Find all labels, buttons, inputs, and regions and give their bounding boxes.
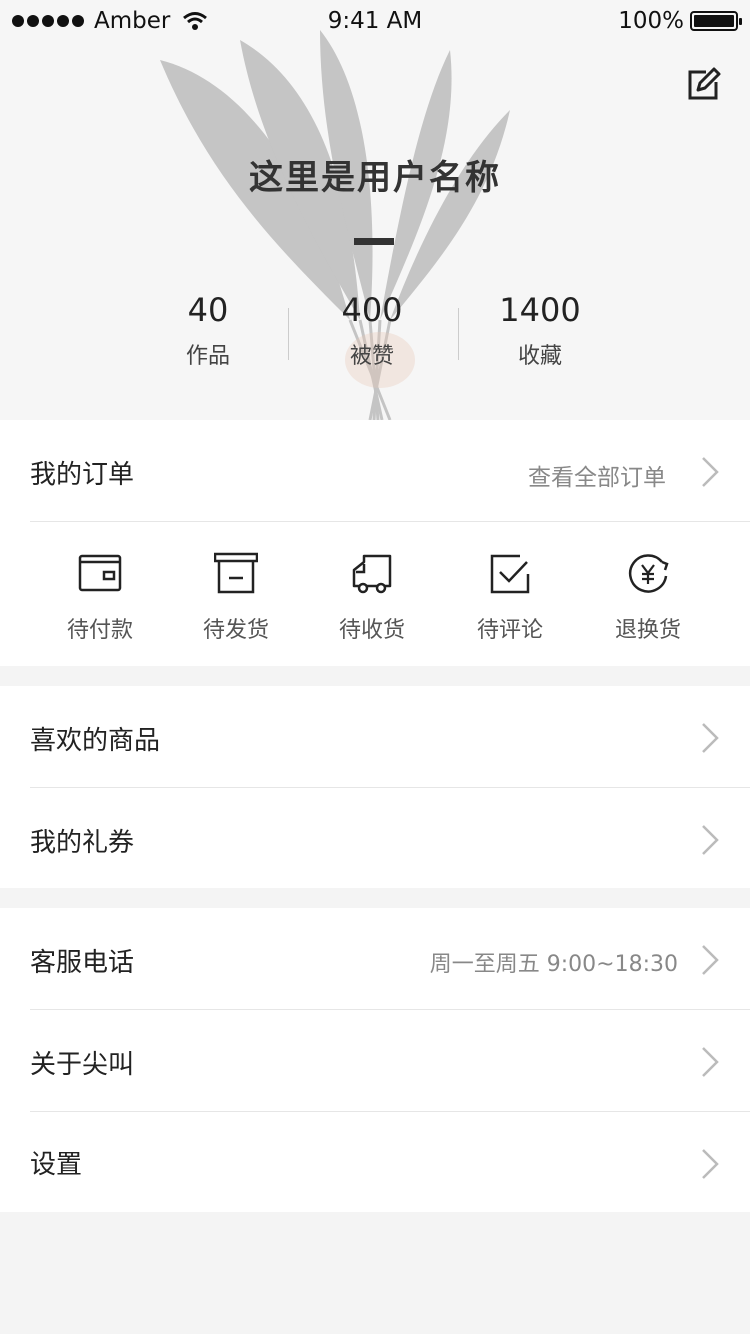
yuan-refresh-icon	[628, 554, 669, 593]
order-pending-receipt[interactable]: 待收货	[312, 552, 432, 644]
truck-icon	[352, 554, 392, 594]
stat-value: 400	[341, 291, 403, 329]
menu-row-title: 关于尖叫	[30, 1050, 135, 1080]
order-pending-review[interactable]: 待评论	[450, 552, 570, 644]
menu-group-favorites: 喜欢的商品 我的礼券	[0, 686, 750, 888]
menu-row-hotline[interactable]: 客服电话 周一至周五 9:00~18:30	[0, 908, 750, 1010]
chevron-right-icon	[702, 825, 719, 855]
menu-row-title: 客服电话	[30, 948, 135, 978]
title-divider	[354, 238, 394, 245]
menu-group-support: 客服电话 周一至周五 9:00~18:30 关于尖叫 设置	[0, 908, 750, 1212]
order-item-label: 退换货	[614, 618, 681, 643]
stat-label: 收藏	[517, 344, 562, 369]
wallet-icon	[78, 554, 122, 592]
stat-divider	[458, 308, 459, 360]
stat-likes[interactable]: 400 被赞	[292, 290, 452, 370]
battery-percent: 100%	[618, 8, 684, 34]
order-item-label: 待收货	[338, 618, 405, 643]
menu-row-title: 喜欢的商品	[30, 726, 161, 756]
stat-favorites[interactable]: 1400 收藏	[460, 290, 620, 370]
menu-row-title: 设置	[30, 1150, 83, 1180]
order-pending-payment[interactable]: 待付款	[40, 552, 160, 644]
order-item-label: 待评论	[476, 618, 543, 643]
view-all-orders[interactable]: 查看全部订单	[528, 458, 666, 492]
stat-label: 被赞	[349, 344, 394, 369]
username: 这里是用户名称	[249, 158, 501, 198]
menu-row-title: 我的礼券	[30, 828, 135, 858]
stat-label: 作品	[185, 344, 230, 369]
stat-divider	[288, 308, 289, 360]
stat-works[interactable]: 40 作品	[128, 290, 288, 370]
chevron-right-icon	[702, 1047, 719, 1077]
profile-header: Amber 9:41 AM 100% 这里是用户名称 40 作品 400 被赞	[0, 0, 750, 420]
chevron-right-icon	[702, 1149, 719, 1179]
order-status-grid: 待付款 待发货 待收货 待评论 退换货	[0, 522, 750, 666]
battery-icon	[690, 11, 742, 31]
menu-row-coupons[interactable]: 我的礼券	[0, 788, 750, 888]
order-returns[interactable]: 退换货	[588, 552, 708, 644]
stat-value: 40	[187, 291, 229, 329]
chevron-right-icon	[702, 945, 719, 975]
hotline-hours: 周一至周五 9:00~18:30	[429, 952, 678, 977]
edit-profile-icon[interactable]	[684, 66, 722, 104]
orders-section: 我的订单 查看全部订单 待付款 待发货 待收货 待评论 退换货	[0, 420, 750, 666]
stat-value: 1400	[499, 291, 581, 329]
box-icon	[214, 552, 258, 594]
orders-title: 我的订单	[30, 460, 135, 490]
chevron-right-icon	[702, 457, 719, 487]
status-bar: Amber 9:41 AM 100%	[0, 0, 750, 44]
menu-row-favorites[interactable]: 喜欢的商品	[0, 686, 750, 788]
menu-row-about[interactable]: 关于尖叫	[0, 1010, 750, 1112]
order-item-label: 待付款	[66, 618, 133, 643]
orders-header-row[interactable]: 我的订单 查看全部订单	[0, 420, 750, 522]
check-icon	[490, 554, 530, 594]
chevron-right-icon	[702, 723, 719, 753]
profile-stats: 40 作品 400 被赞 1400 收藏	[126, 290, 626, 370]
order-pending-shipment[interactable]: 待发货	[176, 552, 296, 644]
menu-row-settings[interactable]: 设置	[0, 1112, 750, 1212]
order-item-label: 待发货	[202, 618, 269, 643]
